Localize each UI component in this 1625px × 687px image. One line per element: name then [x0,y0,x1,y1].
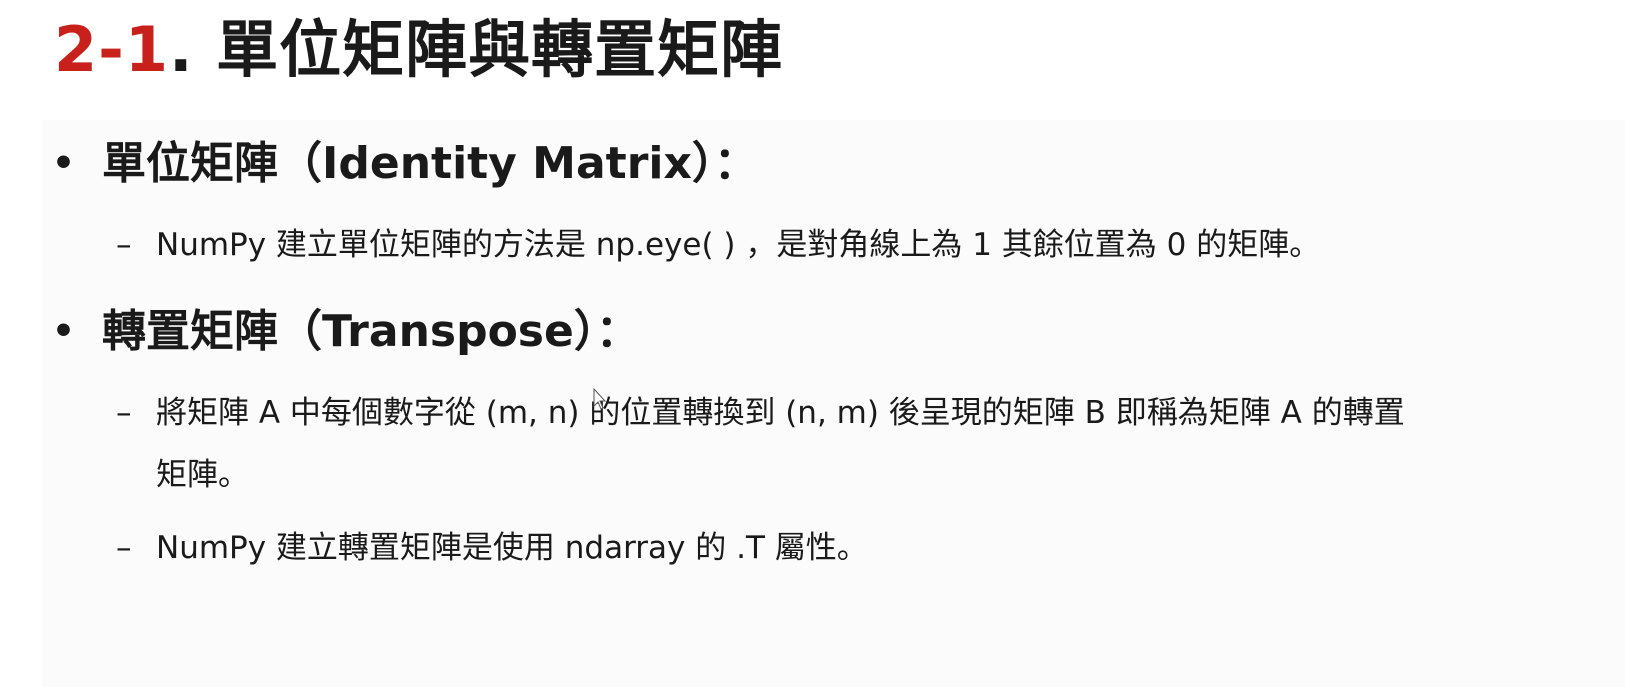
bullet-dot: • [52,143,76,184]
sub-item-identity-eye: – NumPy 建立單位矩陣的方法是 np.eye( ) ，是對角線上為 1 其餘… [116,222,1320,268]
mouse-cursor-icon [593,388,607,410]
bullet-dot: • [52,311,76,352]
title-number: 2-1 [54,13,170,86]
sub-item-transpose-definition: – 將矩陣 A 中每個數字從 (m, n) 的位置轉換到 (n, m) 後呈現的矩… [116,390,1405,436]
slide-title: 2-1. 單位矩陣與轉置矩陣 [54,10,783,90]
bullet-heading: 轉置矩陣（Transpose）： [102,306,640,357]
bullet-transpose: • 轉置矩陣（Transpose）： [52,302,640,362]
bullet-identity-matrix: • 單位矩陣（Identity Matrix）： [52,134,758,194]
title-text: . 單位矩陣與轉置矩陣 [169,13,784,86]
sub-item-text: NumPy 建立單位矩陣的方法是 np.eye( ) ，是對角線上為 1 其餘位… [156,227,1321,263]
dash-mark: – [116,395,132,431]
sub-item-transpose-ndarray: – NumPy 建立轉置矩陣是使用 ndarray 的 .T 屬性。 [116,525,868,571]
bullet-heading: 單位矩陣（Identity Matrix）： [102,138,758,189]
sub-item-text: NumPy 建立轉置矩陣是使用 ndarray 的 .T 屬性。 [156,530,868,566]
dash-mark: – [116,227,132,263]
sub-item-text: 將矩陣 A 中每個數字從 (m, n) 的位置轉換到 (n, m) 後呈現的矩陣… [156,395,1405,431]
sub-item-continuation: 矩陣。 [156,457,249,493]
dash-mark: – [116,530,132,566]
